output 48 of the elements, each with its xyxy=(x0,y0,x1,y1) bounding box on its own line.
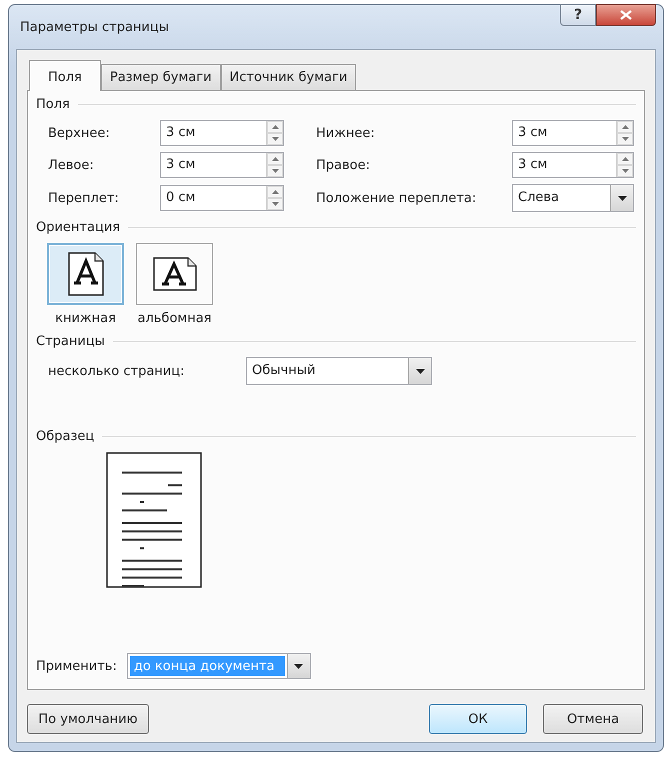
ok-button[interactable]: ОК xyxy=(429,704,527,734)
field-label: Нижнее: xyxy=(316,126,376,140)
spin-field[interactable]: 0 см xyxy=(160,185,284,211)
orientation-label: альбомная xyxy=(137,311,212,326)
spin-field[interactable]: 3 см xyxy=(512,120,634,146)
orientation-button[interactable] xyxy=(47,243,124,305)
default-button[interactable]: По умолчанию xyxy=(27,704,149,734)
up-arrow-icon[interactable] xyxy=(272,190,278,194)
down-arrow-icon[interactable] xyxy=(622,169,628,173)
dropdown-arrow-icon xyxy=(416,368,424,374)
section-heading: Страницы xyxy=(36,334,105,349)
section-heading: Образец xyxy=(36,429,94,444)
portrait-page-icon xyxy=(66,251,104,297)
orientation-button[interactable] xyxy=(136,243,213,305)
spin-field[interactable]: 3 см xyxy=(160,120,284,146)
orientation-label: книжная xyxy=(55,311,116,326)
up-arrow-icon[interactable] xyxy=(622,157,628,161)
tab[interactable]: Размер бумаги xyxy=(100,64,221,90)
field-label: Применить: xyxy=(36,658,117,674)
landscape-page-icon xyxy=(152,256,198,292)
spin-field[interactable]: 3 см xyxy=(512,152,634,178)
down-arrow-icon[interactable] xyxy=(272,169,278,173)
field-label: Правое: xyxy=(316,158,371,172)
down-arrow-icon[interactable] xyxy=(272,202,278,206)
help-button[interactable]: ? xyxy=(560,4,596,26)
down-arrow-icon[interactable] xyxy=(622,137,628,141)
tab[interactable]: Поля xyxy=(29,60,101,91)
section-heading: Поля xyxy=(36,97,70,112)
field-label: Положение переплета: xyxy=(316,190,478,206)
close-icon[interactable] xyxy=(620,10,632,20)
spin-field[interactable]: 3 см xyxy=(160,152,284,178)
window-title: Параметры страницы xyxy=(19,20,169,34)
dropdown-arrow-icon xyxy=(618,196,626,200)
field-label: несколько страниц: xyxy=(48,364,186,378)
dropdown[interactable]: Обычный xyxy=(246,357,432,385)
close-button[interactable] xyxy=(596,4,656,26)
dropdown[interactable]: Слева xyxy=(512,184,634,212)
section-heading: Ориентация xyxy=(36,220,120,235)
down-arrow-icon[interactable] xyxy=(272,137,278,141)
field-label: Переплет: xyxy=(48,190,120,206)
cancel-button[interactable]: Отмена xyxy=(543,704,643,734)
field-label: Верхнее: xyxy=(48,126,111,140)
up-arrow-icon[interactable] xyxy=(622,125,628,129)
field-label: Левое: xyxy=(48,158,95,172)
up-arrow-icon[interactable] xyxy=(272,157,278,161)
dropdown-arrow-icon xyxy=(294,664,304,668)
up-arrow-icon[interactable] xyxy=(272,125,278,129)
tab[interactable]: Источник бумаги xyxy=(220,64,356,90)
